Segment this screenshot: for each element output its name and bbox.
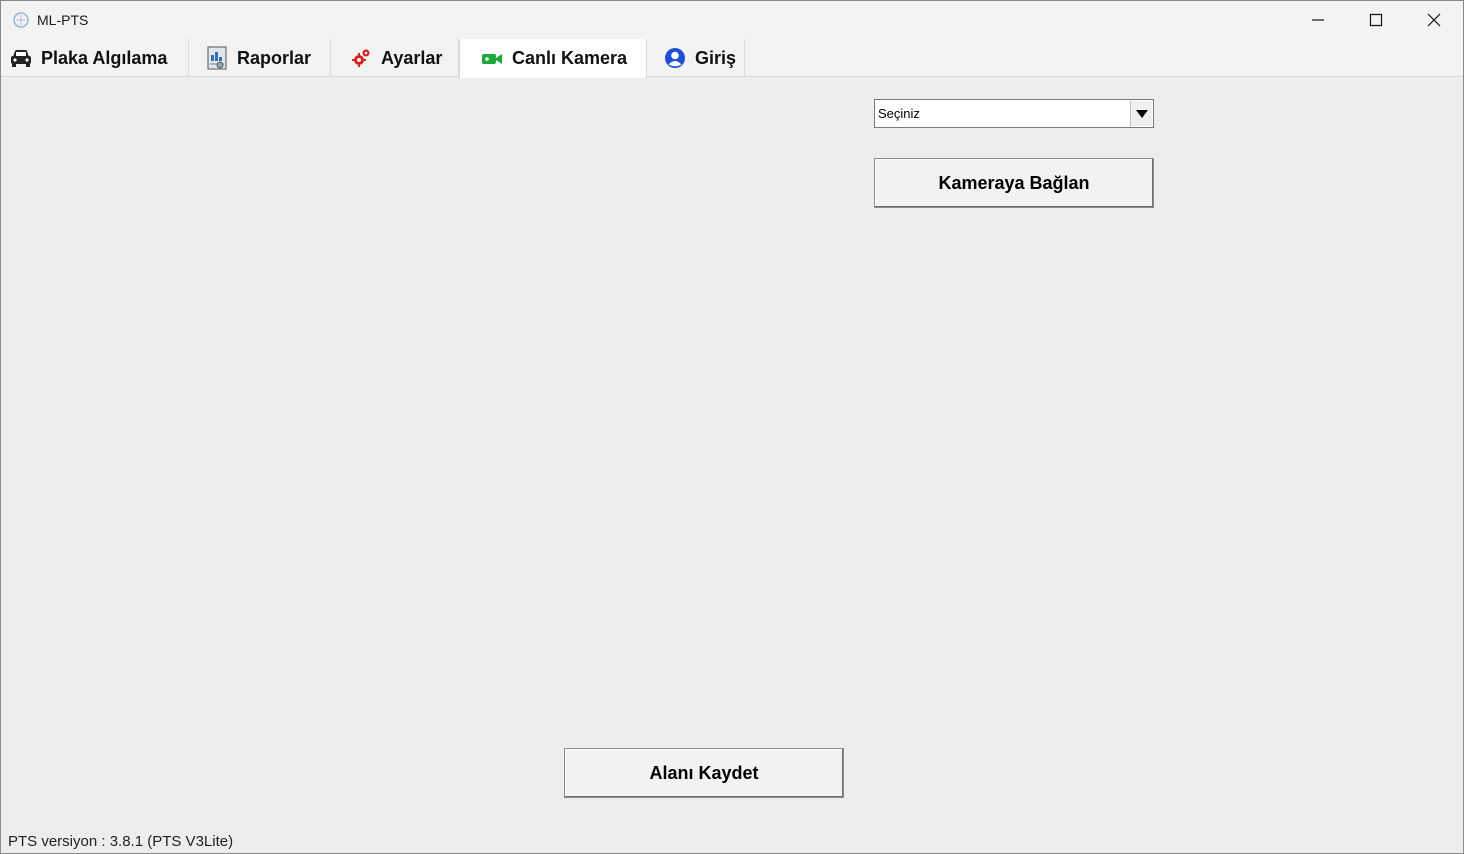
close-icon	[1427, 13, 1441, 27]
gears-icon	[349, 46, 373, 70]
tab-label: Ayarlar	[381, 47, 443, 68]
maximize-button[interactable]	[1347, 1, 1405, 39]
car-icon	[9, 46, 33, 70]
app-window: ML-PTS Plaka Algılama Raporlar Ayarlar C…	[0, 0, 1464, 854]
chevron-down-icon[interactable]	[1130, 101, 1152, 126]
minimize-icon	[1312, 19, 1324, 21]
camera-select-value: Seçiniz	[878, 106, 920, 121]
tab-raporlar[interactable]: Raporlar	[189, 39, 331, 77]
save-area-button[interactable]: Alanı Kaydet	[564, 748, 844, 798]
tab-plaka-algilama[interactable]: Plaka Algılama	[1, 39, 189, 77]
connect-camera-button[interactable]: Kameraya Bağlan	[874, 158, 1154, 208]
tab-bar: Plaka Algılama Raporlar Ayarlar Canlı Ka…	[1, 39, 1463, 78]
window-title: ML-PTS	[37, 12, 89, 28]
window-controls	[1289, 1, 1463, 39]
tab-canli-kamera[interactable]: Canlı Kamera	[459, 39, 647, 78]
tab-ayarlar[interactable]: Ayarlar	[331, 39, 459, 77]
video-camera-icon	[480, 47, 504, 71]
minimize-button[interactable]	[1289, 1, 1347, 39]
report-icon	[205, 46, 229, 70]
tab-label: Giriş	[695, 47, 737, 68]
close-button[interactable]	[1405, 1, 1463, 39]
tab-label: Plaka Algılama	[41, 47, 168, 68]
version-label: PTS versiyon : 3.8.1 (PTS V3Lite)	[8, 833, 234, 850]
title-bar[interactable]: ML-PTS	[1, 1, 1463, 39]
user-icon	[663, 46, 687, 70]
tab-giris[interactable]: Giriş	[647, 39, 745, 77]
maximize-icon	[1369, 13, 1383, 27]
app-logo-icon	[11, 10, 31, 30]
tab-label: Raporlar	[237, 47, 312, 68]
camera-select[interactable]: Seçiniz	[874, 99, 1154, 128]
tab-label: Canlı Kamera	[512, 48, 628, 68]
